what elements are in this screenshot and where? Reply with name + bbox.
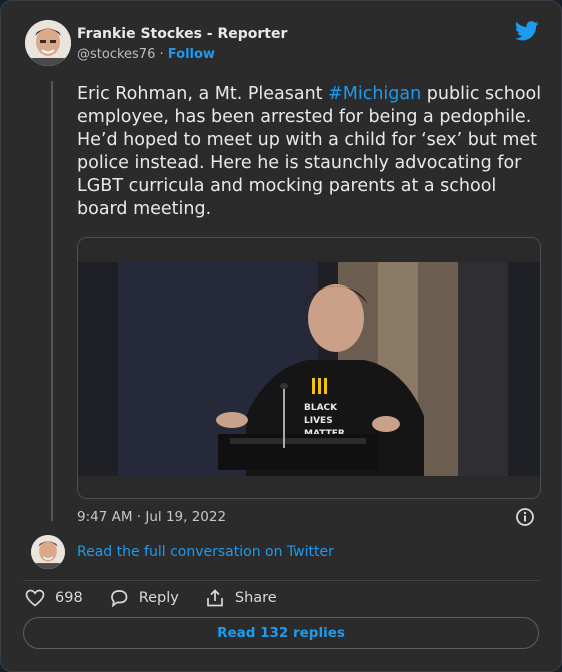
read-replies-button[interactable]: Read 132 replies	[23, 617, 539, 649]
reply-label: Reply	[138, 590, 179, 606]
author-avatar[interactable]	[25, 20, 71, 66]
share-label: Share	[234, 590, 277, 606]
video-still-image: BLACK LIVES MATTER	[78, 238, 540, 498]
heart-icon	[25, 589, 45, 607]
tweet-timestamp[interactable]: 9:47 AM · Jul 19, 2022	[77, 509, 226, 525]
reader-avatar[interactable]	[31, 535, 65, 569]
shirt-text-line-1: BLACK	[304, 403, 338, 413]
tweet-text-before: Eric Rohman, a Mt. Pleasant	[77, 84, 329, 104]
tweet-actions: 698 Reply Share	[25, 589, 303, 607]
tweet-text-after: public school employee, has been arreste…	[77, 84, 542, 219]
share-button[interactable]: Share	[205, 589, 277, 607]
reply-button[interactable]: Reply	[109, 589, 179, 607]
shirt-text-line-2: LIVES	[304, 416, 333, 426]
tweet-text: Eric Rohman, a Mt. Pleasant #Michigan pu…	[77, 83, 547, 221]
info-icon[interactable]	[515, 507, 535, 527]
thread-line	[51, 81, 53, 521]
separator-dot: ·	[159, 47, 164, 62]
divider	[23, 580, 539, 581]
author-handle[interactable]: @stockes76	[77, 47, 155, 62]
reply-bubble-icon	[110, 590, 128, 607]
follow-button[interactable]: Follow	[168, 47, 215, 62]
author-name[interactable]: Frankie Stockes - Reporter	[77, 26, 287, 42]
twitter-bird-icon[interactable]	[515, 21, 539, 41]
like-button[interactable]: 698	[25, 589, 83, 607]
hashtag-link[interactable]: #Michigan	[328, 84, 421, 104]
like-count: 698	[55, 590, 83, 606]
tweet-video-media[interactable]: BLACK LIVES MATTER	[77, 237, 541, 499]
tweet-embed-card: Frankie Stockes - Reporter @stockes76 · …	[0, 0, 562, 672]
author-handle-row: @stockes76 · Follow	[77, 47, 215, 62]
read-conversation-link[interactable]: Read the full conversation on Twitter	[77, 544, 334, 560]
share-icon	[207, 589, 223, 607]
